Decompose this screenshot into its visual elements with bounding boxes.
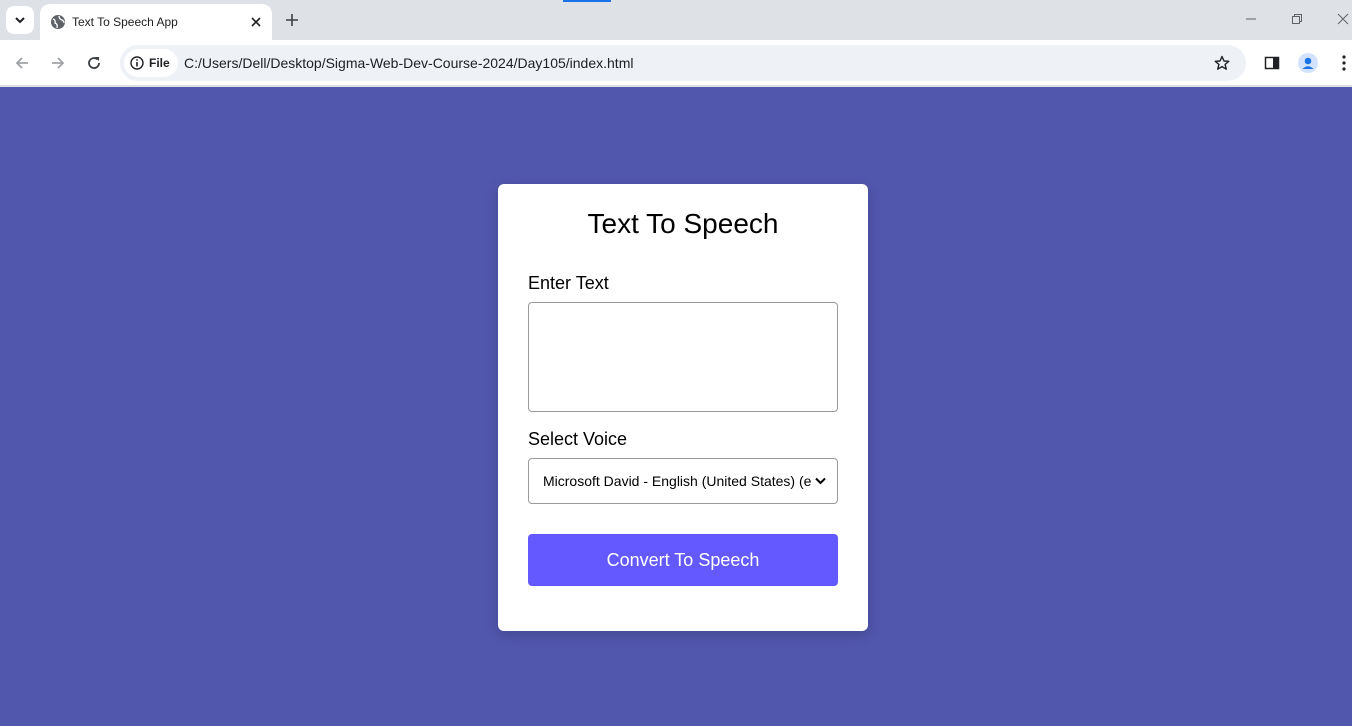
info-icon	[130, 56, 144, 70]
browser-tab[interactable]: Text To Speech App	[40, 4, 272, 40]
enter-text-label: Enter Text	[528, 273, 609, 293]
voice-select[interactable]: Microsoft David - English (United States…	[528, 458, 838, 504]
browser-menu-button[interactable]	[1332, 51, 1352, 75]
minimize-button[interactable]	[1240, 8, 1262, 30]
voice-select-value: Microsoft David - English (United States…	[543, 473, 811, 489]
page-viewport: Text To Speech Enter Text Select Voice M…	[0, 87, 1352, 726]
globe-icon	[50, 14, 66, 30]
select-voice-label: Select Voice	[528, 429, 628, 449]
url-text[interactable]: C:/Users/Dell/Desktop/Sigma-Web-Dev-Cour…	[184, 55, 633, 71]
restore-button[interactable]	[1286, 8, 1308, 30]
profile-button[interactable]	[1296, 51, 1320, 75]
site-info-chip[interactable]: File	[124, 49, 178, 77]
chip-label: File	[149, 56, 170, 70]
tab-accent-bar	[563, 0, 611, 2]
back-arrow-icon	[15, 57, 28, 69]
side-panel-button[interactable]	[1260, 51, 1284, 75]
window-close-icon	[1337, 13, 1349, 25]
reload-button[interactable]	[82, 51, 106, 75]
text-input[interactable]	[528, 302, 838, 412]
minimize-icon	[1246, 18, 1256, 20]
back-button[interactable]	[10, 51, 34, 75]
chevron-down-icon	[813, 474, 827, 488]
tts-card: Text To Speech Enter Text Select Voice M…	[498, 184, 868, 631]
forward-button[interactable]	[46, 51, 70, 75]
profile-icon	[1298, 53, 1318, 73]
bookmark-button[interactable]	[1210, 51, 1234, 75]
reload-icon	[88, 57, 100, 69]
star-icon	[1214, 55, 1230, 70]
side-panel-icon	[1264, 56, 1280, 70]
plus-icon	[286, 14, 298, 26]
new-tab-button[interactable]	[281, 9, 303, 31]
browser-toolbar: File C:/Users/Dell/Desktop/Sigma-Web-Dev…	[0, 40, 1352, 86]
chevron-down-icon	[15, 17, 25, 24]
restore-icon	[1292, 14, 1302, 24]
tab-search-button[interactable]	[6, 6, 34, 34]
more-vert-icon	[1342, 55, 1346, 71]
tab-title: Text To Speech App	[72, 15, 178, 29]
forward-arrow-icon	[52, 57, 65, 69]
convert-to-speech-button[interactable]: Convert To Speech	[528, 534, 838, 586]
address-bar[interactable]: File C:/Users/Dell/Desktop/Sigma-Web-Dev…	[120, 45, 1246, 81]
window-close-button[interactable]	[1332, 8, 1352, 30]
close-icon[interactable]	[246, 12, 266, 32]
tab-strip: Text To Speech App	[0, 0, 1352, 40]
page-title: Text To Speech	[587, 208, 779, 239]
